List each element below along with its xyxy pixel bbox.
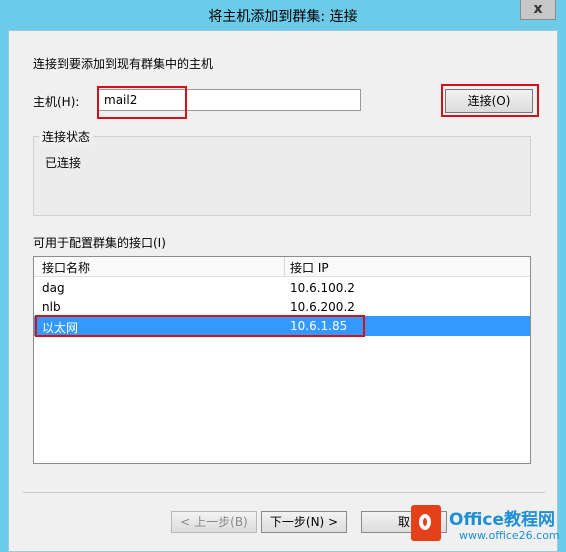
column-header-ip[interactable]: 接口 IP	[290, 259, 329, 276]
interface-ip: 10.6.100.2	[290, 281, 355, 295]
column-header-name[interactable]: 接口名称	[42, 259, 90, 276]
interface-name: nlb	[42, 300, 61, 314]
host-label: 主机(H):	[33, 95, 80, 109]
interfaces-label: 可用于配置群集的接口(I)	[33, 236, 166, 250]
connect-highlight-box	[441, 84, 539, 117]
connection-status-legend: 连接状态	[39, 128, 94, 145]
next-button[interactable]: 下一步(N) >	[261, 511, 347, 533]
dialog-body: 连接到要添加到现有群集中的主机 主机(H): mail2 连接(O) 连接状态 …	[8, 30, 560, 552]
back-button[interactable]: < 上一步(B)	[171, 511, 257, 533]
watermark-logo: Office教程网 www.office26.com	[407, 501, 566, 551]
host-highlight-box	[97, 86, 187, 119]
title-bar[interactable]: 将主机添加到群集: 连接 x	[0, 0, 566, 30]
interface-name: dag	[42, 281, 65, 295]
connection-status-group	[33, 136, 531, 216]
close-button[interactable]: x	[520, 0, 556, 20]
interfaces-list[interactable]: 接口名称 接口 IP dag 10.6.100.2 nlb 10.6.200.2…	[33, 256, 531, 464]
list-item[interactable]: nlb 10.6.200.2	[34, 297, 530, 317]
connection-status-value: 已连接	[45, 156, 82, 170]
interface-ip: 10.6.200.2	[290, 300, 355, 314]
page-heading: 连接到要添加到现有群集中的主机	[33, 57, 214, 71]
list-header: 接口名称 接口 IP	[34, 257, 530, 277]
column-separator[interactable]	[284, 257, 285, 276]
selected-row-highlight-box	[35, 315, 365, 337]
watermark-brand: Office教程网	[449, 510, 556, 530]
close-icon: x	[533, 1, 543, 17]
watermark-site: www.office26.com	[459, 529, 560, 542]
office-logo-icon	[411, 505, 441, 541]
window-title: 将主机添加到群集: 连接	[208, 9, 358, 25]
footer-divider	[23, 492, 545, 493]
dialog-window: 将主机添加到群集: 连接 x 连接到要添加到现有群集中的主机 主机(H): ma…	[0, 0, 566, 552]
list-item[interactable]: dag 10.6.100.2	[34, 278, 530, 298]
